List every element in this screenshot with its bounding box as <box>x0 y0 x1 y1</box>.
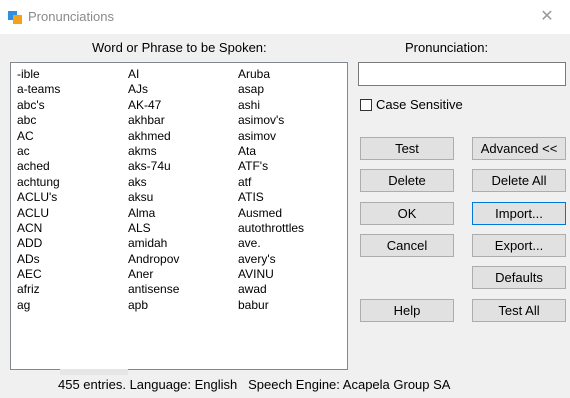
list-item[interactable]: ADs <box>17 252 60 267</box>
defaults-button[interactable]: Defaults <box>472 266 566 289</box>
list-item[interactable]: asap <box>238 82 304 97</box>
list-item[interactable]: ave. <box>238 236 304 251</box>
list-item[interactable]: AVINU <box>238 267 304 282</box>
window-title: Pronunciations <box>28 9 114 24</box>
list-item[interactable]: antisense <box>128 282 179 297</box>
list-item[interactable]: abc's <box>17 98 60 113</box>
delete-all-button[interactable]: Delete All <box>472 169 566 192</box>
list-item[interactable]: achtung <box>17 175 60 190</box>
pronunciation-input[interactable] <box>358 62 566 86</box>
list-item[interactable]: amidah <box>128 236 179 251</box>
list-item[interactable]: ACN <box>17 221 60 236</box>
list-item[interactable]: asimov <box>238 129 304 144</box>
list-item[interactable]: aks <box>128 175 179 190</box>
status-bar: 455 entries. Language: English Speech En… <box>58 377 450 392</box>
list-item[interactable]: ac <box>17 144 60 159</box>
title-bar: Pronunciations ✕ <box>0 0 570 34</box>
list-item[interactable]: apb <box>128 298 179 313</box>
app-icon <box>8 10 22 24</box>
list-item[interactable]: ATIS <box>238 190 304 205</box>
list-item[interactable]: ATF's <box>238 159 304 174</box>
list-item[interactable]: AJs <box>128 82 179 97</box>
entries-column-3: Aruba asap ashi asimov's asimov Ata ATF's atf AT… <box>238 67 304 313</box>
list-item[interactable]: ACLU <box>17 206 60 221</box>
entries-column-1: -ible a-teams abc's abc AC ac ached achtung ACLU… <box>17 67 60 313</box>
list-item[interactable]: aksu <box>128 190 179 205</box>
list-item[interactable]: ADD <box>17 236 60 251</box>
list-item[interactable]: babur <box>238 298 304 313</box>
list-item[interactable]: AI <box>128 67 179 82</box>
list-item[interactable]: Aner <box>128 267 179 282</box>
pronunciation-header: Pronunciation: <box>405 40 489 55</box>
ok-button[interactable]: OK <box>360 202 454 225</box>
list-item[interactable]: akhmed <box>128 129 179 144</box>
list-item[interactable]: AEC <box>17 267 60 282</box>
word-list-header: Word or Phrase to be Spoken: <box>92 40 267 55</box>
list-item[interactable]: ashi <box>238 98 304 113</box>
list-item[interactable]: Aruba <box>238 67 304 82</box>
help-button[interactable]: Help <box>360 299 454 322</box>
list-item[interactable]: akhbar <box>128 113 179 128</box>
horizontal-scrollbar[interactable] <box>60 369 128 375</box>
list-item[interactable]: afriz <box>17 282 60 297</box>
list-item[interactable]: aks-74u <box>128 159 179 174</box>
list-item[interactable]: akms <box>128 144 179 159</box>
list-item[interactable]: ached <box>17 159 60 174</box>
list-item[interactable]: asimov's <box>238 113 304 128</box>
list-item[interactable]: Andropov <box>128 252 179 267</box>
case-sensitive-label[interactable]: Case Sensitive <box>376 97 463 112</box>
list-item[interactable]: abc <box>17 113 60 128</box>
entries-column-2: AI AJs AK-47 akhbar akhmed akms aks-74u aks aksu… <box>128 67 179 313</box>
cancel-button[interactable]: Cancel <box>360 234 454 257</box>
test-all-button[interactable]: Test All <box>472 299 566 322</box>
list-item[interactable]: -ible <box>17 67 60 82</box>
close-button[interactable]: ✕ <box>524 0 570 34</box>
list-item[interactable]: AK-47 <box>128 98 179 113</box>
test-button[interactable]: Test <box>360 137 454 160</box>
language-status: Language: English <box>129 377 238 392</box>
list-item[interactable]: a-teams <box>17 82 60 97</box>
entries-listbox[interactable]: -ible a-teams abc's abc AC ac ached achtung ACLU… <box>10 62 348 370</box>
list-item[interactable]: awad <box>238 282 304 297</box>
export-button[interactable]: Export... <box>472 234 566 257</box>
case-sensitive-checkbox[interactable] <box>360 99 372 111</box>
list-item[interactable]: Ata <box>238 144 304 159</box>
list-item[interactable]: Alma <box>128 206 179 221</box>
delete-button[interactable]: Delete <box>360 169 454 192</box>
list-item[interactable]: Ausmed <box>238 206 304 221</box>
list-item[interactable]: ag <box>17 298 60 313</box>
list-item[interactable]: AC <box>17 129 60 144</box>
list-item[interactable]: ACLU's <box>17 190 60 205</box>
advanced-button[interactable]: Advanced << <box>472 137 566 160</box>
engine-status: Speech Engine: Acapela Group SA <box>248 377 451 392</box>
list-item[interactable]: ALS <box>128 221 179 236</box>
import-button[interactable]: Import... <box>472 202 566 225</box>
entry-count: 455 entries. <box>58 377 126 392</box>
list-item[interactable]: autothrottles <box>238 221 304 236</box>
list-item[interactable]: avery's <box>238 252 304 267</box>
list-item[interactable]: atf <box>238 175 304 190</box>
